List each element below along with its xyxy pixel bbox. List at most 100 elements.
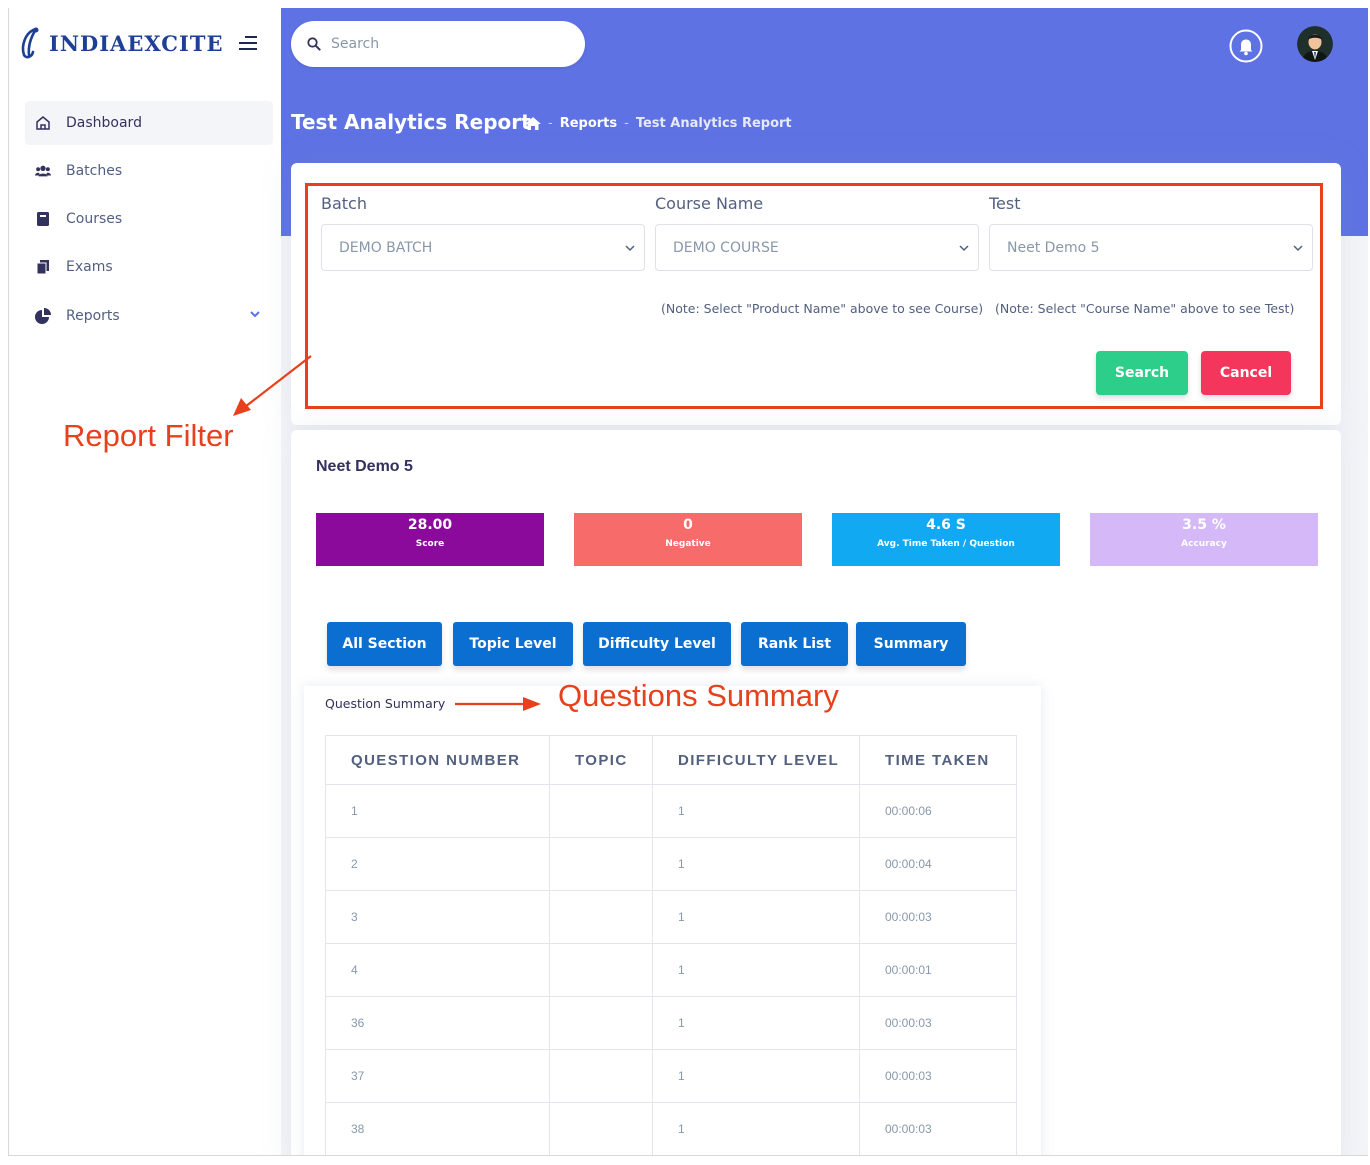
question-summary-label: Question Summary [325,696,446,711]
test-note: (Note: Select "Course Name" above to see… [995,301,1295,316]
sidebar-item-label: Exams [66,259,113,275]
tab-all-section[interactable]: All Section [327,622,442,666]
brand-name: INDIAEXCITE [49,30,224,56]
test-select-value: Neet Demo 5 [1007,239,1100,256]
notification-bell-icon[interactable] [1229,29,1263,63]
sidebar: INDIAEXCITE Dashboard Batches Courses Ex… [9,8,281,1155]
report-filter-annotation: Report Filter [63,418,234,453]
test-select[interactable]: Neet Demo 5 [989,224,1313,271]
table-row: 4 1 00:00:01 [325,943,1017,997]
app-frame: INDIAEXCITE Dashboard Batches Courses Ex… [8,8,1368,1156]
sidebar-item-label: Reports [66,308,120,324]
sidebar-item-batches[interactable]: Batches [25,149,273,193]
stat-label: Avg. Time Taken / Question [877,539,1015,549]
user-avatar[interactable] [1297,26,1333,62]
search-icon [307,37,321,51]
stat-value: 0 [683,517,693,533]
cell-difficulty: 1 [652,943,860,997]
cell-topic [549,1102,653,1155]
avg-time-stat: 4.6 S Avg. Time Taken / Question [832,513,1060,566]
pie-chart-icon [35,308,51,324]
course-select[interactable]: DEMO COURSE [655,224,979,271]
stat-value: 4.6 S [926,517,966,533]
cell-time-taken: 00:00:03 [859,890,1017,944]
cell-question-number: 2 [325,837,550,891]
menu-toggle-icon[interactable] [235,36,257,54]
cell-topic [549,890,653,944]
breadcrumb-separator: - [624,116,629,131]
report-test-name: Neet Demo 5 [316,458,413,475]
column-header[interactable]: QUESTION NUMBER [325,735,550,785]
sidebar-item-label: Courses [66,211,123,227]
table-row: 36 1 00:00:03 [325,996,1017,1050]
avatar-icon [1297,26,1333,62]
cell-question-number: 1 [325,784,550,838]
cell-question-number: 4 [325,943,550,997]
breadcrumb: - Reports - Test Analytics Report [525,116,792,131]
cell-topic [549,943,653,997]
batch-select[interactable]: DEMO BATCH [321,224,645,271]
stat-label: Negative [665,539,711,549]
tab-difficulty-level[interactable]: Difficulty Level [583,622,731,666]
cell-difficulty: 1 [652,837,860,891]
search-input[interactable] [331,36,571,52]
questions-summary-annotation: Questions Summary [558,678,839,713]
column-header[interactable]: DIFFICULTY LEVEL [652,735,860,785]
stat-value: 28.00 [407,517,453,533]
cell-difficulty: 1 [652,784,860,838]
stat-value: 3.5 % [1182,517,1226,533]
breadcrumb-separator: - [548,116,553,131]
table-row: 2 1 00:00:04 [325,837,1017,891]
search-box[interactable] [291,21,585,67]
brand-logo[interactable]: INDIAEXCITE [19,26,223,60]
cancel-button[interactable]: Cancel [1201,351,1291,395]
stat-label: Score [415,539,445,549]
column-header[interactable]: TOPIC [549,735,653,785]
brand-mark-icon [21,27,39,59]
tab-topic-level[interactable]: Topic Level [453,622,573,666]
table-row: 3 1 00:00:03 [325,890,1017,944]
table-header-row: QUESTION NUMBER TOPIC DIFFICULTY LEVEL T… [325,735,1017,785]
cell-topic [549,1049,653,1103]
course-note: (Note: Select "Product Name" above to se… [661,301,984,316]
stat-label: Accuracy [1181,539,1227,549]
table-row: 38 1 00:00:03 [325,1102,1017,1155]
test-label: Test [989,194,1021,213]
table-row: 37 1 00:00:03 [325,1049,1017,1103]
breadcrumb-current: Test Analytics Report [635,116,792,131]
home-icon[interactable] [525,117,541,130]
course-select-value: DEMO COURSE [673,239,779,256]
sidebar-item-label: Batches [66,163,123,179]
sidebar-item-courses[interactable]: Courses [25,197,273,241]
chevron-down-icon [1293,245,1303,252]
batch-select-value: DEMO BATCH [339,239,433,256]
report-filter-arrow-icon [233,355,312,416]
sidebar-item-reports[interactable]: Reports [25,294,273,338]
question-summary-table: QUESTION NUMBER TOPIC DIFFICULTY LEVEL T… [325,735,1017,1155]
house-icon [35,115,51,131]
accuracy-stat: 3.5 % Accuracy [1090,513,1318,566]
cell-difficulty: 1 [652,1102,860,1155]
tab-rank-list[interactable]: Rank List [741,622,848,666]
cell-topic [549,837,653,891]
tab-summary[interactable]: Summary [856,622,966,666]
sidebar-item-dashboard[interactable]: Dashboard [25,101,273,145]
cell-time-taken: 00:00:06 [859,784,1017,838]
course-label: Course Name [655,194,764,213]
cell-question-number: 36 [325,996,550,1050]
chevron-down-icon [625,245,635,252]
chevron-down-icon[interactable] [249,308,261,320]
summary-arrow-icon [455,697,541,711]
cell-topic [549,996,653,1050]
users-icon [35,163,51,179]
sidebar-item-exams[interactable]: Exams [25,245,273,289]
copy-icon [35,259,51,275]
negative-stat: 0 Negative [574,513,802,566]
book-icon [35,211,51,227]
search-button[interactable]: Search [1096,351,1188,395]
column-header[interactable]: TIME TAKEN [859,735,1017,785]
cell-topic [549,784,653,838]
breadcrumb-reports-link[interactable]: Reports [560,116,617,131]
cell-time-taken: 00:00:04 [859,837,1017,891]
page-title: Test Analytics Report [291,110,531,134]
